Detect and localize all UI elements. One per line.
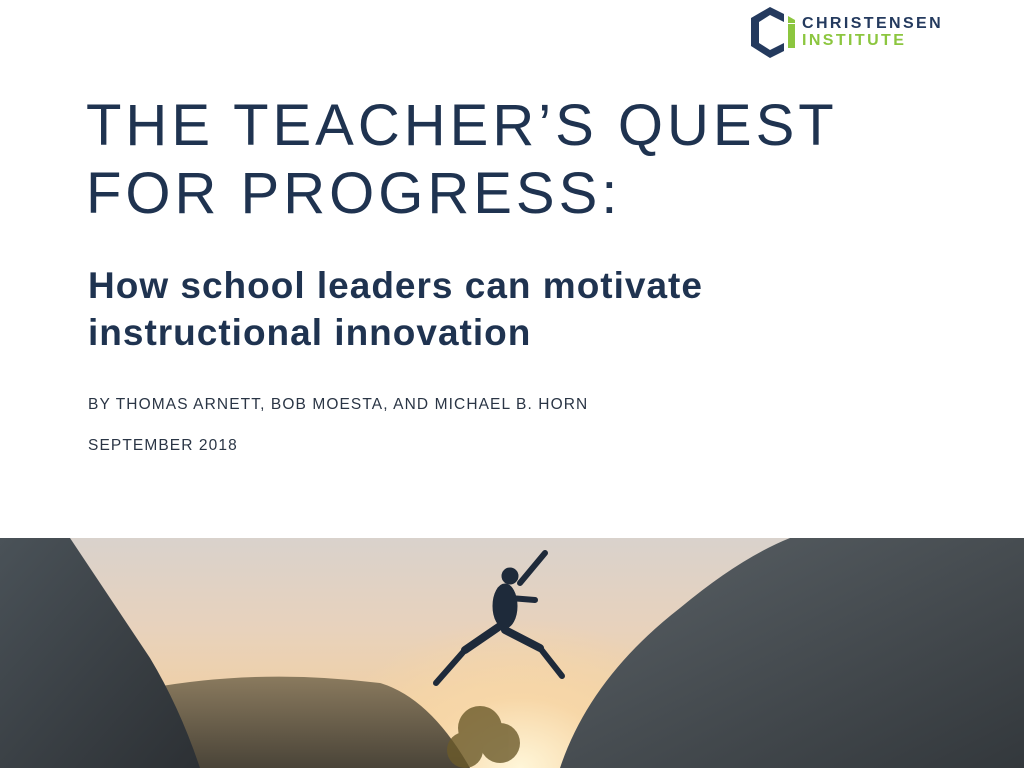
logo-line2: INSTITUTE	[802, 32, 907, 49]
title-line2: FOR PROGRESS:	[86, 161, 622, 226]
middle-rock	[150, 676, 470, 768]
right-rock	[560, 538, 1024, 768]
jumping-person-photo	[0, 538, 1024, 768]
logo-line1: CHRISTENSEN	[802, 15, 944, 32]
publication-date: SEPTEMBER 2018	[88, 437, 238, 454]
subtitle-line1: How school leaders can motivate	[88, 265, 703, 306]
subtitle-line2: instructional innovation	[88, 312, 532, 353]
left-rock	[0, 538, 200, 768]
subtitle: How school leaders can motivate instruct…	[88, 262, 703, 356]
tree	[447, 706, 520, 768]
jumping-person	[433, 550, 565, 686]
christensen-institute-logo: CHRISTENSEN INSTITUTE	[748, 6, 948, 60]
title-line1: THE TEACHER’S QUEST	[86, 93, 838, 158]
authors: BY THOMAS ARNETT, BOB MOESTA, AND MICHAE…	[88, 396, 589, 413]
hexagon-logo-icon	[751, 7, 795, 58]
cover-photo	[0, 538, 1024, 768]
page-title: THE TEACHER’S QUEST FOR PROGRESS:	[86, 92, 838, 228]
